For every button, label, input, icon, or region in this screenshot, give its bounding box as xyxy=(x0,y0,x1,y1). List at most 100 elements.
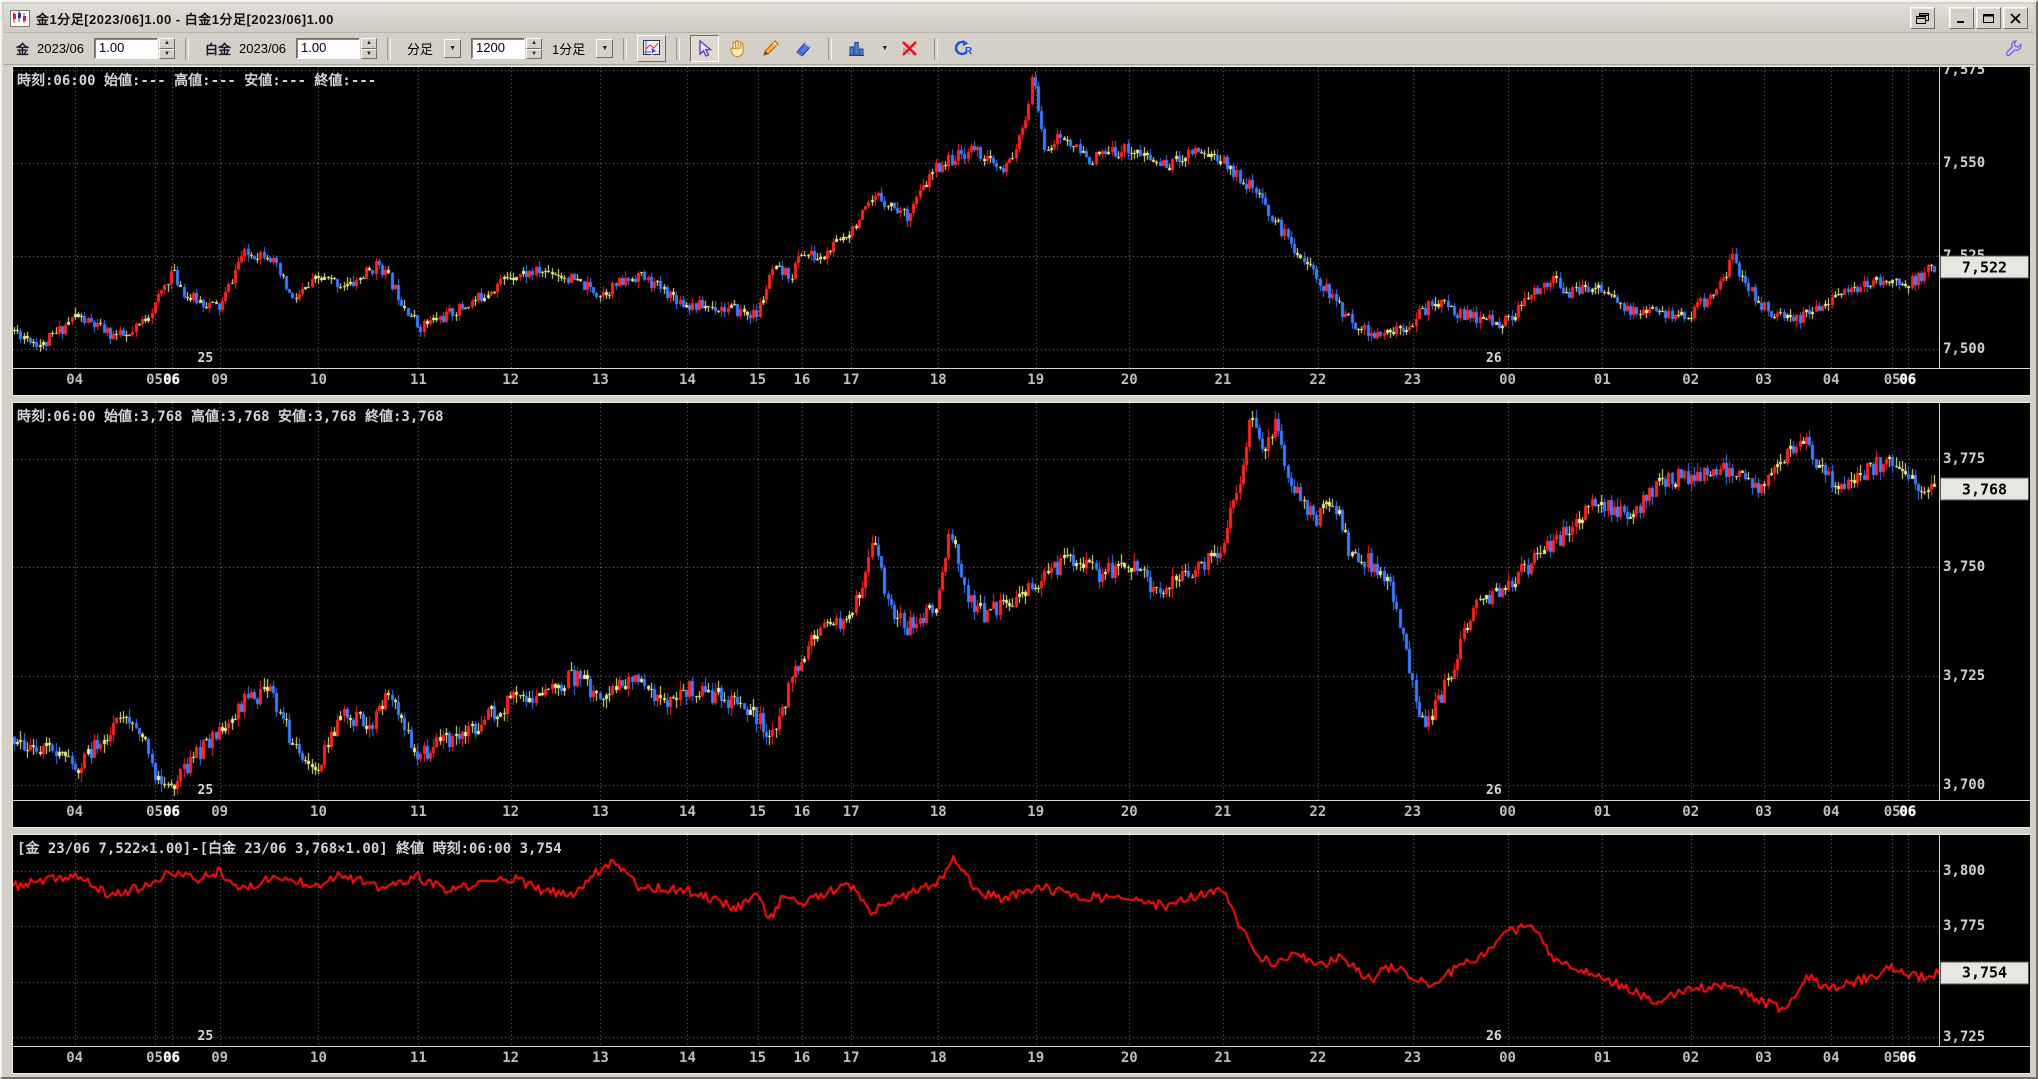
spread-gold-minus-platinum-plot-area[interactable]: [金 23/06 7,522×1.00]-[白金 23/06 3,768×1.0… xyxy=(13,835,1940,1046)
time-axis-tick-label: 22 xyxy=(1309,804,1327,820)
spread-gold-minus-platinum-price-axis: 3,800 3,775 3,725 3,754 xyxy=(1940,835,2030,1046)
time-axis-tick-label: 13 xyxy=(591,372,609,388)
time-axis-tick-label: 18 xyxy=(929,372,947,388)
app-window: 金1分足[2023/06]1.00 - 白金1分足[2023/06]1.00 金… xyxy=(0,0,2038,1079)
restore-icon[interactable] xyxy=(1910,7,1935,29)
interval-dropdown[interactable]: ▼ xyxy=(596,39,614,58)
time-axis-tick-label: 12 xyxy=(502,372,520,388)
spread-gold-minus-platinum-canvas[interactable] xyxy=(13,835,1939,1046)
instrument2-multiplier-stepper[interactable]: 1.00 ▲ ▼ xyxy=(296,38,378,59)
time-axis-tick-label: 06 xyxy=(1899,1050,1917,1066)
spinner-arrows[interactable]: ▲ ▼ xyxy=(159,38,176,59)
maximize-icon[interactable] xyxy=(1976,7,2001,29)
time-axis-tick-label: 02 xyxy=(1682,804,1700,820)
gold-chart-panel: 時刻:06:00 始値:--- 高値:--- 安値:--- 終値:--- 25 26… xyxy=(12,66,2030,396)
time-axis-tick-label: 11 xyxy=(409,1050,427,1066)
time-axis-tick-label: 06 xyxy=(163,804,180,820)
time-axis-tick-label: 04 xyxy=(66,804,84,820)
time-axis-tick-label: 19 xyxy=(1027,1050,1045,1066)
bar-type-dropdown[interactable]: ▼ xyxy=(444,39,462,58)
titlebar: 金1分足[2023/06]1.00 - 白金1分足[2023/06]1.00 xyxy=(4,4,2034,33)
time-axis-tick-label: 12 xyxy=(502,804,520,820)
time-axis-tick-label: 14 xyxy=(679,1050,696,1066)
instrument2-contract-month: 2023/06 xyxy=(239,41,287,56)
time-axis-tick-label: 21 xyxy=(1214,804,1232,820)
time-axis-tick-label: 00 xyxy=(1499,1050,1516,1066)
bar-count-stepper[interactable]: 1200 ▲ ▼ xyxy=(471,38,543,59)
platinum-1min-time-axis: 04 05 06 09 10 11 12 13 14 15 16 17 18 19 20 21 22 23 00 01… xyxy=(13,800,2030,827)
close-icon[interactable] xyxy=(2003,7,2028,29)
toolbar-separator xyxy=(387,37,392,60)
chart-cursor-icon[interactable] xyxy=(637,35,667,62)
instrument1-contract-month: 2023/06 xyxy=(37,41,85,56)
spread-chart-panel: [金 23/06 7,522×1.00]-[白金 23/06 3,768×1.0… xyxy=(12,834,2030,1074)
gold-1min-plot-area[interactable]: 時刻:06:00 始値:--- 高値:--- 安値:--- 終値:--- 25 26 xyxy=(13,67,1940,368)
toolbar-separator xyxy=(828,37,833,60)
time-axis-tick-label: 10 xyxy=(310,804,327,820)
eraser-icon[interactable] xyxy=(789,35,818,62)
delete-chart-icon[interactable] xyxy=(895,35,924,62)
time-axis-tick-label: 01 xyxy=(1593,1050,1611,1066)
time-axis-tick-label: 18 xyxy=(929,1050,947,1066)
platinum-1min-canvas[interactable] xyxy=(13,403,1939,800)
spread-gold-minus-platinum-info-line: [金 23/06 7,522×1.00]-[白金 23/06 3,768×1.0… xyxy=(17,841,562,857)
hand-icon[interactable] xyxy=(723,35,752,62)
date-marker-25: 25 xyxy=(197,1029,214,1044)
time-axis-tick-label: 10 xyxy=(310,1050,327,1066)
time-axis-tick-label: 16 xyxy=(793,804,811,820)
time-axis-tick-label: 17 xyxy=(842,1050,860,1066)
time-axis-tick-label: 09 xyxy=(211,372,229,388)
date-marker-25: 25 xyxy=(197,351,214,366)
time-axis-tick-label: 06 xyxy=(163,372,180,388)
time-axis-tick-label: 19 xyxy=(1027,372,1045,388)
toolbar-separator xyxy=(623,37,628,60)
time-axis-tick-label: 13 xyxy=(591,804,609,820)
spinner-arrows[interactable]: ▲ ▼ xyxy=(361,38,378,59)
time-axis-tick-label: 04 xyxy=(1822,804,1840,820)
platinum-1min-plot-area[interactable]: 時刻:06:00 始値:3,768 高値:3,768 安値:3,768 終値:3… xyxy=(13,403,1940,800)
time-axis-tick-label: 21 xyxy=(1214,372,1232,388)
platinum-1min-info-line: 時刻:06:00 始値:3,768 高値:3,768 安値:3,768 終値:3… xyxy=(17,409,444,425)
toolbar: 金 2023/06 1.00 ▲ ▼ 白金 2023/06 1.00 ▲ ▼ 分足 … xyxy=(4,33,2034,65)
time-axis-tick-label: 04 xyxy=(66,372,84,388)
bar-chart-icon[interactable] xyxy=(842,35,871,62)
time-axis-tick-label: 05 xyxy=(146,372,163,388)
time-axis-tick-label: 00 xyxy=(1499,804,1516,820)
time-axis-tick-label: 11 xyxy=(409,804,427,820)
time-axis-tick-label: 09 xyxy=(211,1050,229,1066)
time-axis-tick-label: 14 xyxy=(679,804,696,820)
time-axis-tick-label: 16 xyxy=(793,372,811,388)
time-axis-tick-label: 12 xyxy=(502,1050,520,1066)
price-axis-label: 3,800 xyxy=(1943,862,1986,879)
pointer-icon[interactable] xyxy=(690,35,720,62)
price-axis-label: 7,550 xyxy=(1943,154,1986,171)
time-axis-tick-label: 03 xyxy=(1755,804,1772,820)
instrument1-multiplier-stepper[interactable]: 1.00 ▲ ▼ xyxy=(94,38,176,59)
reload-icon[interactable]: R xyxy=(948,35,977,62)
time-axis-tick-label: 06 xyxy=(163,1050,180,1066)
spinner-arrows[interactable]: ▲ ▼ xyxy=(526,38,543,59)
bar-chart-dropdown[interactable]: ▼ xyxy=(878,41,891,56)
price-axis-label: 3,725 xyxy=(1943,668,1986,685)
minimize-icon[interactable] xyxy=(1949,7,1974,29)
time-axis-tick-label: 14 xyxy=(679,372,696,388)
platinum-chart-panel: 時刻:06:00 始値:3,768 高値:3,768 安値:3,768 終値:3… xyxy=(12,402,2030,828)
time-axis-tick-label: 05 xyxy=(1883,804,1901,820)
toolbar-separator xyxy=(185,37,190,60)
date-marker-26: 26 xyxy=(1486,783,1502,798)
svg-text:R: R xyxy=(965,46,973,57)
platinum-1min-price-axis: 3,775 3,750 3,725 3,700 3,768 xyxy=(1940,403,2030,800)
time-axis-tick-label: 20 xyxy=(1120,804,1138,820)
wrench-icon[interactable] xyxy=(1999,35,2028,62)
pencil-icon[interactable] xyxy=(756,35,785,62)
time-axis-tick-label: 16 xyxy=(793,1050,811,1066)
price-axis-label: 3,700 xyxy=(1943,776,1986,793)
interval-dropdown-label: 1分足 xyxy=(552,42,586,57)
time-axis-tick-label: 05 xyxy=(1883,1050,1901,1066)
time-axis-tick-label: 21 xyxy=(1214,1050,1232,1066)
time-axis-tick-label: 05 xyxy=(146,1050,163,1066)
gold-1min-canvas[interactable] xyxy=(13,67,1939,368)
platinum-1min-last-price-badge: 3,768 xyxy=(1940,477,2029,501)
time-axis-tick-label: 02 xyxy=(1682,372,1700,388)
spread-gold-minus-platinum-last-price-badge: 3,754 xyxy=(1940,961,2029,985)
